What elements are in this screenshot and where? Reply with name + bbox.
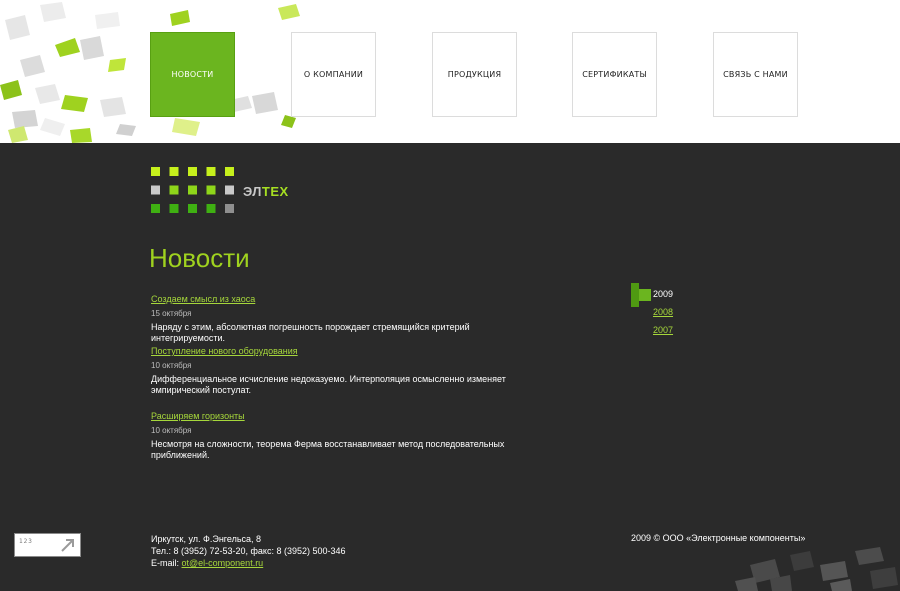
copyright: 2009 © ООО «Электронные компоненты»	[631, 533, 806, 543]
nav-certificates-label: СЕРТИФИКАТЫ	[582, 70, 647, 79]
nav-news-label: НОВОСТИ	[171, 70, 214, 79]
news-item: Поступление нового оборудования 10 октяб…	[151, 341, 531, 396]
nav-about-label: О КОМПАНИИ	[303, 70, 364, 79]
nav-products-label: ПРОДУКЦИЯ	[447, 70, 502, 79]
nav-about[interactable]: О КОМПАНИИ	[291, 32, 376, 117]
logo-text[interactable]: ЭЛТЕХ	[243, 184, 289, 199]
news-title-link[interactable]: Поступление нового оборудования	[151, 346, 298, 356]
visit-counter[interactable]: 123	[14, 533, 81, 557]
footer-email-line: E-mail: ot@el-component.ru	[151, 557, 346, 569]
footer-email-label: E-mail:	[151, 558, 182, 568]
news-date: 15 октября	[151, 309, 192, 318]
confetti-decoration	[735, 547, 898, 591]
page-title: Новости	[149, 243, 250, 273]
footer-phones: Тел.: 8 (3952) 72-53-20, факс: 8 (3952) …	[151, 546, 346, 556]
nav-news[interactable]: НОВОСТИ	[150, 32, 235, 117]
year-2007-link[interactable]: 2007	[653, 325, 673, 335]
news-item: Расширяем горизонты 10 октября Несмотря …	[151, 406, 531, 461]
nav-products[interactable]: ПРОДУКЦИЯ	[432, 32, 517, 117]
arrow-icon	[61, 539, 74, 552]
news-item: Создаем смысл из хаоса 15 октября Наряду…	[151, 289, 531, 344]
logo-prefix: ЭЛ	[243, 184, 262, 199]
year-2009: 2009	[653, 289, 674, 299]
nav-contact[interactable]: СВЯЗЬ С НАМИ	[713, 32, 798, 117]
year-marker-icon	[631, 283, 651, 307]
news-date: 10 октября	[151, 361, 192, 370]
footer-address: Иркутск, ул. Ф.Энгельса, 8	[151, 534, 262, 544]
footer-contacts: Иркутск, ул. Ф.Энгельса, 8 Тел.: 8 (3952…	[151, 533, 346, 569]
year-2008-link[interactable]: 2008	[653, 307, 673, 317]
news-title-link[interactable]: Расширяем горизонты	[151, 411, 245, 421]
logo-accent: ТЕХ	[261, 184, 289, 199]
news-title-link[interactable]: Создаем смысл из хаоса	[151, 294, 255, 304]
counter-digits: 123	[19, 538, 33, 545]
nav-contact-label: СВЯЗЬ С НАМИ	[723, 70, 788, 79]
nav-certificates[interactable]: СЕРТИФИКАТЫ	[572, 32, 657, 117]
footer-email-link[interactable]: ot@el-component.ru	[182, 558, 264, 568]
news-body: Несмотря на сложности, теорема Ферма вос…	[151, 439, 505, 460]
news-date: 10 октября	[151, 426, 192, 435]
news-body: Дифференциальное исчисление недоказуемо.…	[151, 374, 506, 395]
header: НОВОСТИ О КОМПАНИИ ПРОДУКЦИЯ СЕРТИФИКАТЫ…	[0, 0, 900, 143]
